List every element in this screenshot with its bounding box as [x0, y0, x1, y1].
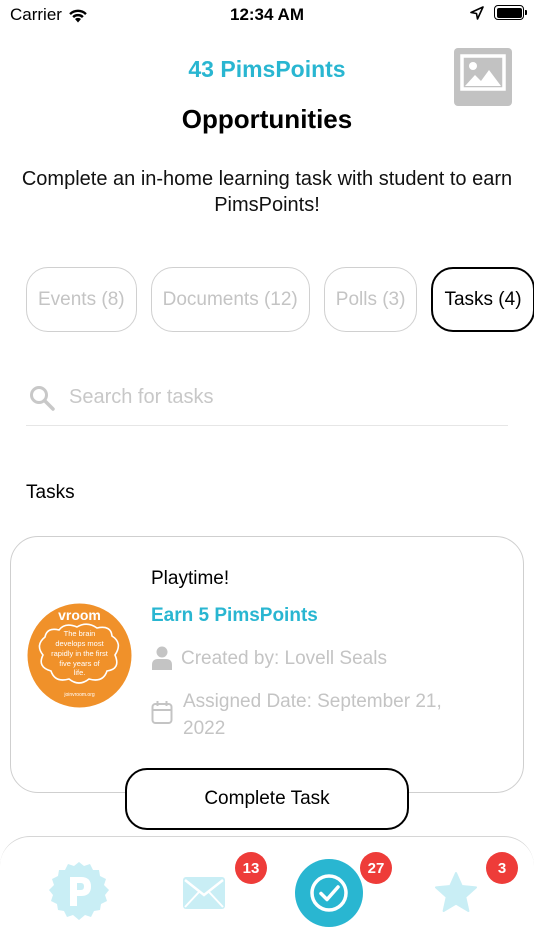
- svg-text:The brain: The brain: [64, 629, 96, 638]
- svg-text:develops most: develops most: [55, 639, 104, 648]
- status-bar: Carrier 12:34 AM: [0, 0, 534, 30]
- tab-events[interactable]: Events (8): [26, 267, 137, 332]
- favorites-badge: 3: [486, 852, 518, 884]
- search-icon: [30, 385, 55, 411]
- section-title: Tasks: [26, 482, 75, 503]
- task-creator: Created by: Lovell Seals: [181, 648, 387, 669]
- messages-badge: 13: [235, 852, 267, 884]
- search-input[interactable]: [69, 386, 489, 409]
- page-description: Complete an in-home learning task with s…: [21, 168, 513, 216]
- person-icon: [152, 646, 172, 670]
- location-arrow-icon: [470, 5, 484, 20]
- task-date-row: Assigned Date: September 21, 2022: [151, 688, 453, 742]
- svg-text:rapidly in the first: rapidly in the first: [51, 649, 109, 658]
- status-right-group: [470, 5, 527, 20]
- tab-tasks[interactable]: Tasks (4): [431, 267, 534, 332]
- image-placeholder-icon[interactable]: [454, 48, 512, 106]
- envelope-icon[interactable]: [182, 875, 226, 911]
- complete-task-button[interactable]: Complete Task: [125, 768, 409, 830]
- page-title: Opportunities: [181, 104, 353, 134]
- vroom-logo: vroom The brain develops most rapidly in…: [27, 603, 132, 708]
- checkmark-circle-icon: [310, 874, 348, 912]
- task-points: Earn 5 PimsPoints: [151, 605, 318, 626]
- svg-text:life.: life.: [74, 668, 86, 677]
- search-bar: [26, 370, 508, 426]
- svg-text:joinvroom.org: joinvroom.org: [63, 692, 95, 698]
- task-assigned-date: Assigned Date: September 21, 2022: [183, 691, 442, 739]
- calendar-icon: [151, 701, 173, 724]
- star-icon[interactable]: [434, 871, 478, 915]
- tasks-badge: 27: [360, 852, 392, 884]
- tab-polls[interactable]: Polls (3): [323, 267, 418, 332]
- bottom-nav: 13 27 3: [0, 836, 534, 950]
- svg-text:vroom: vroom: [58, 607, 101, 623]
- battery-icon: [494, 5, 527, 20]
- category-tabs: Events (8) Documents (12) Polls (3) Task…: [26, 267, 534, 332]
- task-title: Playtime!: [151, 568, 230, 589]
- task-creator-row: Created by: Lovell Seals: [151, 645, 387, 672]
- svg-text:five years of: five years of: [59, 659, 100, 668]
- status-time: 12:34 AM: [229, 5, 304, 24]
- tab-documents[interactable]: Documents (12): [150, 267, 310, 332]
- nav-tasks-button[interactable]: [295, 859, 363, 927]
- pimspoints-p-icon[interactable]: [48, 861, 110, 923]
